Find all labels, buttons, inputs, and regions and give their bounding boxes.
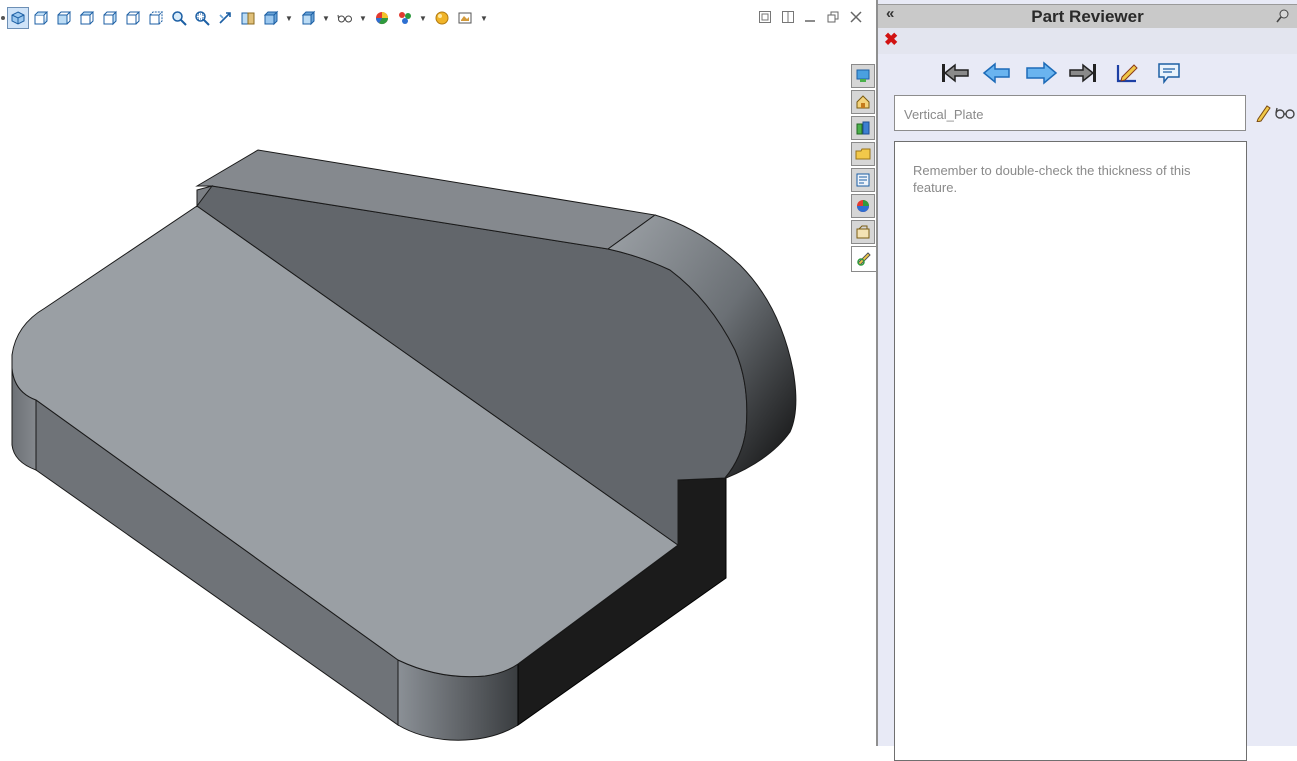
comment-text-area[interactable]: Remember to double-check the thickness o…: [894, 141, 1247, 761]
part-reviewer-tab-icon[interactable]: [851, 246, 876, 272]
glasses-dropdown-icon[interactable]: ▼: [359, 14, 367, 23]
dimetric-view-icon[interactable]: [124, 9, 142, 27]
close-strip: [878, 28, 1297, 54]
scenes-icon[interactable]: [851, 194, 875, 218]
view-settings-icon[interactable]: [456, 9, 474, 27]
split-vertical-icon[interactable]: [781, 11, 795, 25]
edit-pencil-icon[interactable]: [1255, 104, 1271, 122]
zoom-to-fit-icon[interactable]: [170, 9, 188, 27]
graphics-viewport[interactable]: ▼ ▼ ▼ ▼ ▼: [0, 0, 876, 746]
appearances-icon[interactable]: [851, 168, 875, 192]
appearance-icon[interactable]: [373, 9, 391, 27]
trimetric-view-icon[interactable]: [147, 9, 165, 27]
last-step-icon[interactable]: [1066, 58, 1100, 88]
previous-step-icon[interactable]: [980, 58, 1014, 88]
rotate-view-icon[interactable]: [216, 9, 234, 27]
design-library-icon[interactable]: [851, 90, 875, 114]
isometric-view-icon[interactable]: [32, 9, 50, 27]
pane-title: Part Reviewer: [1031, 7, 1144, 26]
scene-icon[interactable]: [396, 9, 414, 27]
close-window-icon[interactable]: [849, 11, 863, 25]
view-orientation-icon[interactable]: [7, 7, 29, 29]
pin-icon[interactable]: [1275, 8, 1291, 24]
feature-name-field[interactable]: Vertical_Plate: [894, 95, 1246, 131]
split-horizontal-icon[interactable]: [758, 11, 772, 25]
pane-header: « Part Reviewer: [878, 4, 1297, 30]
display-style-dropdown-icon[interactable]: ▼: [285, 14, 293, 23]
edit-comment-icon[interactable]: [1110, 58, 1144, 88]
task-pane-tabs: [851, 64, 876, 274]
custom-properties-icon[interactable]: [851, 220, 875, 244]
glasses-icon[interactable]: [1275, 106, 1295, 120]
front-view-icon[interactable]: [55, 9, 73, 27]
minimize-icon[interactable]: [803, 11, 817, 25]
hide-show-dropdown-icon[interactable]: ▼: [322, 14, 330, 23]
review-navigation: [938, 58, 1238, 88]
realview-icon[interactable]: [433, 9, 451, 27]
solidworks-resources-icon[interactable]: [851, 64, 875, 88]
view-heads-up-toolbar: ▼ ▼ ▼ ▼ ▼: [0, 6, 876, 30]
next-step-icon[interactable]: [1024, 58, 1058, 88]
section-view-icon[interactable]: [239, 9, 257, 27]
first-step-icon[interactable]: [938, 58, 972, 88]
right-view-icon[interactable]: [101, 9, 119, 27]
top-view-icon[interactable]: [78, 9, 96, 27]
file-explorer-icon[interactable]: [851, 116, 875, 140]
hide-show-items-icon[interactable]: [299, 9, 317, 27]
close-pane-button[interactable]: ✖: [884, 30, 898, 50]
3d-part-model[interactable]: [0, 0, 876, 746]
view-settings-dropdown-icon[interactable]: ▼: [480, 14, 488, 23]
view-palette-icon[interactable]: [851, 142, 875, 166]
restore-icon[interactable]: [826, 11, 840, 25]
display-style-icon[interactable]: [262, 9, 280, 27]
scene-dropdown-icon[interactable]: ▼: [419, 14, 427, 23]
zoom-to-area-icon[interactable]: [193, 9, 211, 27]
comment-bubble-icon[interactable]: [1152, 58, 1186, 88]
glasses-view-icon[interactable]: [336, 9, 354, 27]
part-reviewer-pane: « Part Reviewer ✖ Vertical_Plate Remembe…: [876, 0, 1297, 761]
